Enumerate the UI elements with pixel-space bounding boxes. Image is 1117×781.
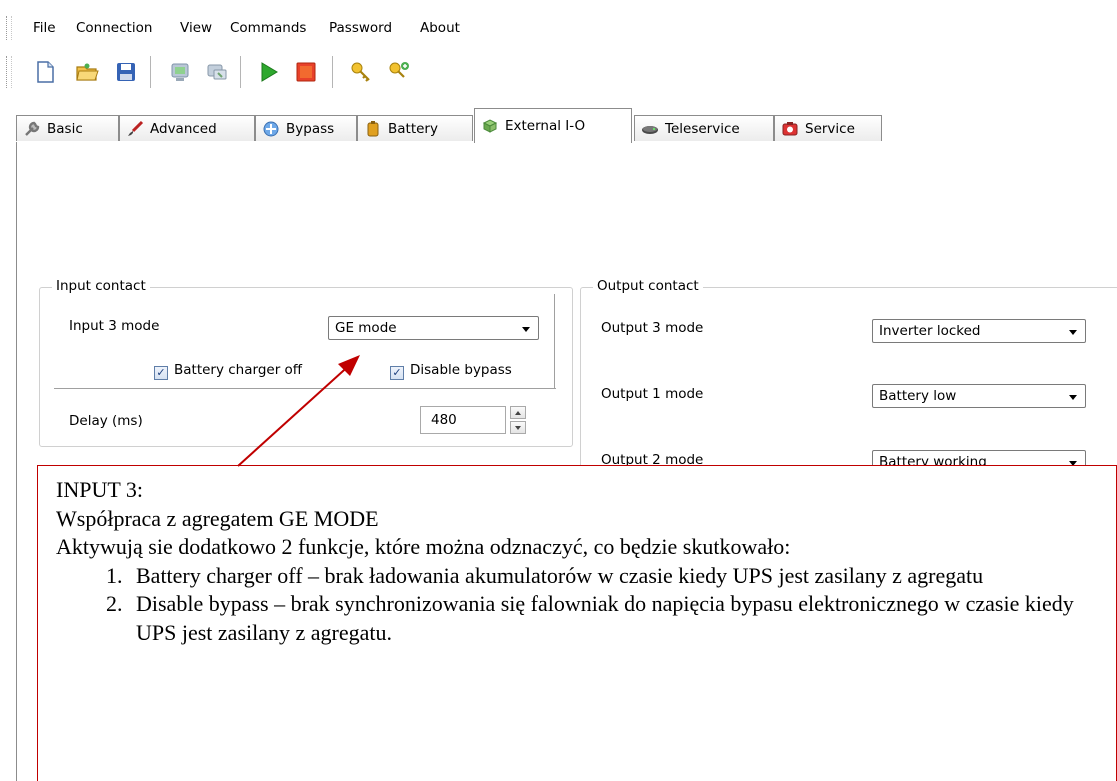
- input-3-mode-value: GE mode: [335, 320, 397, 336]
- tab-label: Basic: [47, 120, 83, 137]
- input-3-mode-label: Input 3 mode: [69, 318, 160, 334]
- output-3-mode-value: Inverter locked: [879, 323, 981, 339]
- toolbar-separator: [240, 56, 242, 88]
- save-icon[interactable]: [114, 60, 138, 84]
- battery-charger-off-checkbox[interactable]: ✓: [154, 366, 168, 380]
- output-1-mode-select[interactable]: Battery low: [872, 384, 1086, 408]
- tab-label: Service: [805, 120, 855, 137]
- external-io-icon: [482, 119, 498, 133]
- new-document-icon[interactable]: [33, 60, 57, 84]
- tab-strip: Basic Advanced Bypass Battery External I…: [16, 108, 1117, 143]
- tab-label: Bypass: [286, 120, 335, 137]
- input-contact-group: Input contact Input 3 mode GE mode ✓ Bat…: [39, 278, 573, 447]
- input-3-mode-select[interactable]: GE mode: [328, 316, 539, 340]
- horizontal-divider: [54, 388, 556, 392]
- tab-bypass[interactable]: Bypass: [255, 115, 357, 141]
- menu-about[interactable]: About: [420, 20, 460, 36]
- tab-teleservice[interactable]: Teleservice: [634, 115, 774, 141]
- menu-grip: [6, 16, 12, 40]
- tab-basic[interactable]: Basic: [16, 115, 119, 141]
- chevron-down-icon: [1069, 330, 1077, 335]
- output-contact-title: Output contact: [593, 278, 703, 294]
- key-icon[interactable]: [349, 60, 373, 84]
- delay-input[interactable]: 480: [420, 406, 506, 434]
- menu-file[interactable]: File: [33, 20, 56, 36]
- tab-advanced[interactable]: Advanced: [119, 115, 255, 141]
- brush-icon: [128, 120, 144, 136]
- delay-value: 480: [431, 412, 457, 428]
- tab-battery[interactable]: Battery: [357, 115, 473, 141]
- chevron-down-icon: [522, 327, 530, 332]
- open-folder-icon[interactable]: [75, 60, 99, 84]
- connect-icon[interactable]: [168, 60, 192, 84]
- delay-label: Delay (ms): [69, 413, 143, 429]
- input-contact-title: Input contact: [52, 278, 150, 294]
- menu-connection[interactable]: Connection: [76, 20, 152, 36]
- annotation-list-item: Disable bypass – brak synchronizowania s…: [128, 590, 1116, 647]
- tab-label: Teleservice: [665, 120, 740, 137]
- menu-commands[interactable]: Commands: [230, 20, 306, 36]
- tab-label: Advanced: [150, 120, 217, 137]
- stop-icon[interactable]: [294, 60, 318, 84]
- battery-charger-off-label: Battery charger off: [174, 362, 303, 378]
- battery-icon: [367, 120, 379, 136]
- menu-view[interactable]: View: [180, 20, 212, 36]
- spin-up-icon[interactable]: [510, 406, 526, 419]
- vertical-divider: [554, 294, 558, 388]
- output-1-mode-value: Battery low: [879, 388, 957, 404]
- spin-down-icon[interactable]: [510, 421, 526, 434]
- output-3-mode-select[interactable]: Inverter locked: [872, 319, 1086, 343]
- menu-bar: File Connection View Commands Password A…: [0, 0, 1117, 44]
- chevron-down-icon: [1069, 395, 1077, 400]
- tab-label: Battery: [388, 120, 438, 137]
- tab-label: External I-O: [505, 118, 586, 134]
- service-icon: [782, 121, 798, 135]
- key-add-icon[interactable]: [387, 60, 411, 84]
- toolbar-separator: [332, 56, 334, 88]
- toolbar-separator: [150, 56, 152, 88]
- menu-password[interactable]: Password: [329, 20, 392, 36]
- delay-spinner[interactable]: [510, 406, 526, 434]
- output-1-mode-label: Output 1 mode: [601, 386, 704, 402]
- tab-external-io[interactable]: External I-O: [474, 108, 632, 143]
- disconnect-icon[interactable]: [205, 60, 229, 84]
- disable-bypass-checkbox[interactable]: ✓: [390, 366, 404, 380]
- annotation-line-1: Współpraca z agregatem GE MODE: [56, 505, 379, 531]
- annotation-list-item: Battery charger off – brak ładowania aku…: [128, 562, 1116, 591]
- modem-icon: [642, 125, 658, 134]
- wrench-icon: [25, 121, 40, 136]
- annotation-line-2: Aktywują sie dodatkowo 2 funkcje, które …: [56, 534, 791, 559]
- toolbar: [0, 50, 1117, 96]
- toolbar-grip: [6, 56, 12, 88]
- tab-service[interactable]: Service: [774, 115, 882, 141]
- annotation-list: Battery charger off – brak ładowania aku…: [56, 562, 1116, 648]
- output-3-mode-label: Output 3 mode: [601, 320, 704, 336]
- disable-bypass-label: Disable bypass: [410, 362, 512, 378]
- start-icon[interactable]: [257, 60, 281, 84]
- bypass-icon: [263, 121, 279, 136]
- annotation-heading: INPUT 3:: [56, 477, 143, 502]
- annotation-callout: INPUT 3: Współpraca z agregatem GE MODE …: [37, 465, 1117, 781]
